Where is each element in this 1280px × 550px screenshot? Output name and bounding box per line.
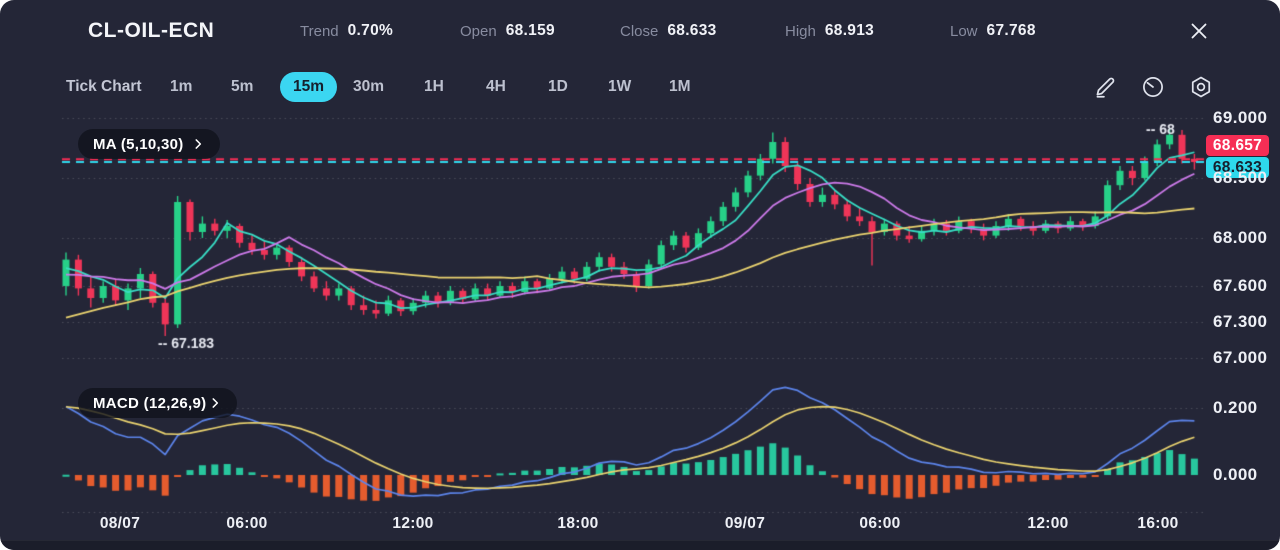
chevron-right-icon bbox=[191, 137, 205, 151]
stat-high-value: 68.913 bbox=[825, 22, 874, 40]
tab-1d[interactable]: 1D bbox=[548, 78, 568, 96]
time-axis-label: 08/07 bbox=[80, 515, 160, 533]
window-bottom-edge bbox=[0, 540, 1280, 550]
macd-axis-label: 0.200 bbox=[1213, 398, 1258, 418]
stat-trend-value: 0.70% bbox=[348, 22, 393, 40]
chart-header: CL-OIL-ECN Trend 0.70% Open 68.159 Close… bbox=[0, 0, 1280, 62]
stat-high: High 68.913 bbox=[785, 0, 874, 62]
close-icon bbox=[1186, 18, 1212, 44]
price-axis-label: 67.300 bbox=[1213, 312, 1267, 332]
macd-indicator-pill[interactable]: MACD (12,26,9) bbox=[78, 388, 237, 418]
price-axis-label: 69.000 bbox=[1213, 108, 1267, 128]
stat-close: Close 68.633 bbox=[620, 0, 717, 62]
time-axis-label: 06:00 bbox=[207, 515, 287, 533]
last-price-badge: 68.657 bbox=[1206, 135, 1269, 156]
price-axis-label: 68.000 bbox=[1213, 228, 1267, 248]
chart-toolbar: Tick Chart 1m 5m 15m 30m 1H 4H 1D 1W 1M bbox=[0, 62, 1280, 112]
timer-button[interactable] bbox=[1140, 74, 1166, 100]
stat-low: Low 67.768 bbox=[950, 0, 1036, 62]
timer-icon bbox=[1140, 74, 1166, 100]
tab-1h[interactable]: 1H bbox=[424, 78, 444, 96]
time-axis-label: 18:00 bbox=[538, 515, 618, 533]
chart-type-button[interactable]: Tick Chart bbox=[66, 78, 142, 96]
settings-icon bbox=[1188, 74, 1214, 100]
ma-indicator-label: MA (5,10,30) bbox=[93, 136, 184, 153]
stat-low-label: Low bbox=[950, 23, 978, 40]
stat-close-value: 68.633 bbox=[667, 22, 716, 40]
symbol-title: CL-OIL-ECN bbox=[88, 0, 214, 62]
tab-1m[interactable]: 1m bbox=[170, 78, 192, 96]
draw-button[interactable] bbox=[1092, 74, 1118, 100]
tab-1w[interactable]: 1W bbox=[608, 78, 631, 96]
macd-axis-label: 0.000 bbox=[1213, 465, 1258, 485]
tab-30m[interactable]: 30m bbox=[353, 78, 384, 96]
price-axis-label: 67.600 bbox=[1213, 276, 1267, 296]
time-axis-label: 16:00 bbox=[1118, 515, 1198, 533]
time-axis-label: 09/07 bbox=[705, 515, 785, 533]
trading-chart-window: CL-OIL-ECN Trend 0.70% Open 68.159 Close… bbox=[0, 0, 1280, 550]
stat-trend-label: Trend bbox=[300, 23, 339, 40]
stat-open: Open 68.159 bbox=[460, 0, 555, 62]
tab-4h[interactable]: 4H bbox=[486, 78, 506, 96]
macd-indicator-label: MACD (12,26,9) bbox=[93, 395, 206, 412]
stat-high-label: High bbox=[785, 23, 816, 40]
stat-close-label: Close bbox=[620, 23, 658, 40]
time-axis-label: 12:00 bbox=[373, 515, 453, 533]
edit-icon bbox=[1092, 74, 1118, 100]
stat-low-value: 67.768 bbox=[987, 22, 1036, 40]
stat-trend: Trend 0.70% bbox=[300, 0, 393, 62]
time-axis-label: 12:00 bbox=[1008, 515, 1088, 533]
ma-indicator-pill[interactable]: MA (5,10,30) bbox=[78, 129, 220, 159]
close-button[interactable] bbox=[1186, 18, 1212, 44]
stat-open-value: 68.159 bbox=[506, 22, 555, 40]
chevron-right-icon bbox=[208, 396, 222, 410]
settings-button[interactable] bbox=[1188, 74, 1214, 100]
tab-1mo[interactable]: 1M bbox=[669, 78, 691, 96]
time-axis-label: 06:00 bbox=[840, 515, 920, 533]
tab-15m[interactable]: 15m bbox=[280, 72, 337, 102]
price-axis-label: 67.000 bbox=[1213, 348, 1267, 368]
tab-5m[interactable]: 5m bbox=[231, 78, 253, 96]
price-axis-label: 68.500 bbox=[1213, 168, 1267, 188]
stat-open-label: Open bbox=[460, 23, 497, 40]
